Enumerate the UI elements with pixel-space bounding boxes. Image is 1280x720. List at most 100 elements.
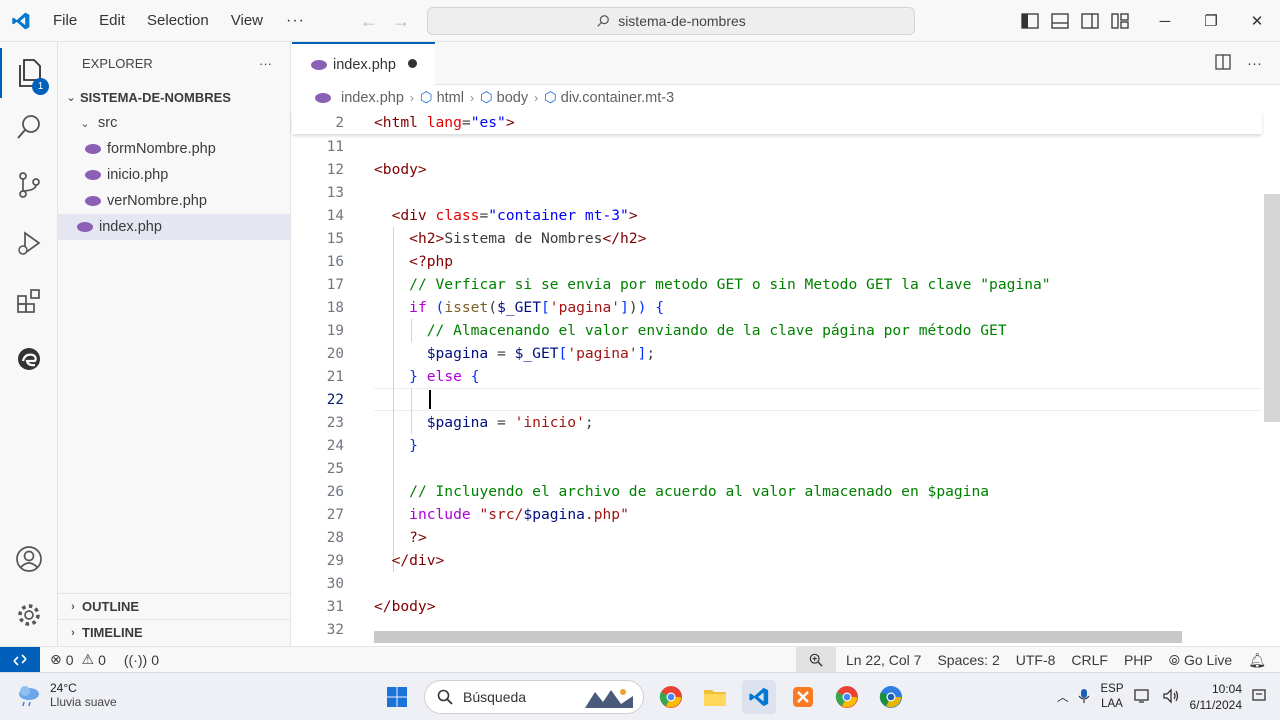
breadcrumb-body[interactable]: body [497, 90, 528, 106]
code-line[interactable]: 29 </div> [292, 549, 1262, 572]
minimize-icon[interactable]: ─ [1142, 0, 1188, 42]
code-line[interactable]: 21 } else { [292, 365, 1262, 388]
search-view-icon[interactable] [0, 102, 58, 152]
code-line[interactable]: 27 include "src/$pagina.php" [292, 503, 1262, 526]
lang-bottom: LAA [1101, 698, 1123, 710]
zoom-icon[interactable] [795, 647, 836, 673]
code-line[interactable]: 23 $pagina = 'inicio'; [292, 411, 1262, 434]
code-line[interactable]: 14 <div class="container mt-3"> [292, 204, 1262, 227]
file-item-inicio[interactable]: inicio.php [58, 162, 290, 188]
menu-edit[interactable]: Edit [88, 0, 136, 42]
customize-layout-icon[interactable] [1108, 9, 1132, 33]
code-line[interactable]: 22 [292, 388, 1262, 411]
manage-gear-icon[interactable] [0, 590, 58, 640]
outline-section[interactable]: › OUTLINE [58, 593, 291, 619]
account-icon[interactable] [0, 534, 58, 584]
command-center-text: sistema-de-nombres [618, 13, 746, 29]
chevron-up-icon[interactable]: ︿ [1057, 689, 1069, 705]
taskbar-search[interactable]: Búsqueda [424, 680, 644, 714]
explorer-more-icon[interactable]: ··· [259, 56, 272, 71]
toggle-sidebar-icon[interactable] [1018, 9, 1042, 33]
code-editor[interactable]: 2 <html lang="es"> 11 12 <body> 13 14 <div cla… [292, 111, 1262, 638]
clock[interactable]: 10:04 6/11/2024 [1190, 681, 1243, 713]
language-indicator[interactable]: ESP LAA [1100, 682, 1123, 712]
network-icon[interactable] [1133, 688, 1152, 707]
horizontal-scrollbar[interactable] [374, 631, 1182, 643]
menu-more-icon[interactable]: ··· [274, 12, 317, 30]
menu-view[interactable]: View [220, 0, 274, 42]
volume-icon[interactable] [1162, 687, 1180, 707]
code-line[interactable]: 25 [292, 457, 1262, 480]
encoding[interactable]: UTF-8 [1008, 652, 1064, 668]
breadcrumb-div[interactable]: div.container.mt-3 [561, 90, 674, 106]
file-item-vernombre[interactable]: verNombre.php [58, 188, 290, 214]
code-line[interactable]: 11 [292, 135, 1262, 158]
chrome-profile-icon[interactable] [830, 680, 864, 714]
code-line[interactable]: 15 <h2>Sistema de Nombres</h2> [292, 227, 1262, 250]
microphone-icon[interactable] [1078, 688, 1090, 707]
notifications-bell-icon[interactable]: 🔔︎ [1240, 652, 1280, 669]
menu-selection[interactable]: Selection [136, 0, 220, 42]
file-explorer-icon[interactable] [698, 680, 732, 714]
code-line[interactable]: 17 // Verficar si se envia por metodo GE… [292, 273, 1262, 296]
back-arrow-icon[interactable]: ← [360, 11, 378, 32]
chrome-icon[interactable] [654, 680, 688, 714]
code-line[interactable]: 16 <?php [292, 250, 1262, 273]
edge-devtools-icon[interactable] [0, 334, 58, 384]
vscode-logo-icon [0, 0, 42, 42]
file-item-formnombre[interactable]: formNombre.php [58, 136, 290, 162]
remote-indicator-icon[interactable] [0, 646, 40, 673]
source-control-icon[interactable] [0, 160, 58, 210]
code-line[interactable]: 31 </body> [292, 595, 1262, 618]
end-of-line[interactable]: CRLF [1063, 652, 1116, 668]
code-line[interactable]: 12 <body> [292, 158, 1262, 181]
code-line[interactable]: 30 [292, 572, 1262, 595]
code-line[interactable]: 28 ?> [292, 526, 1262, 549]
line-number: 23 [326, 414, 344, 431]
chrome-dev-icon[interactable] [874, 680, 908, 714]
code-line[interactable]: 13 [292, 181, 1262, 204]
language-mode[interactable]: PHP [1116, 652, 1161, 668]
tab-index-php[interactable]: index.php [292, 42, 435, 85]
go-live-button[interactable]: ⦾ Go Live [1161, 652, 1240, 669]
windows-start-icon[interactable] [380, 680, 414, 714]
radio-tower-icon: ⦾ [1168, 651, 1180, 668]
file-item-index[interactable]: index.php [58, 214, 290, 240]
cursor-position[interactable]: Ln 22, Col 7 [836, 652, 930, 668]
folder-src[interactable]: ⌄ src [58, 110, 290, 136]
split-editor-icon[interactable] [1215, 53, 1231, 74]
indentation[interactable]: Spaces: 2 [929, 652, 1007, 668]
folder-root[interactable]: ⌄ SISTEMA-DE-NOMBRES [58, 84, 290, 110]
cube-icon: ⬡ [479, 90, 493, 106]
code-line[interactable]: 19 // Almacenando el valor enviando de l… [292, 319, 1262, 342]
menu-file[interactable]: File [42, 0, 88, 42]
extensions-icon[interactable] [0, 276, 58, 326]
line-text: // Incluyendo el archivo de acuerdo al v… [409, 483, 990, 500]
problems-indicator[interactable]: ⊗ 0 ⚠ 0 ((·)) 0 [40, 651, 159, 668]
breadcrumb-file[interactable]: index.php [341, 90, 404, 106]
notification-center-icon[interactable] [1252, 688, 1268, 707]
forward-arrow-icon[interactable]: → [392, 11, 410, 32]
command-center-search[interactable]: sistema-de-nombres [427, 7, 915, 35]
close-icon[interactable]: ✕ [1234, 0, 1280, 42]
xampp-icon[interactable] [786, 680, 820, 714]
line-text: </div> [391, 552, 445, 569]
explorer-icon[interactable]: 1 [0, 48, 58, 98]
code-line[interactable]: 24 } [292, 434, 1262, 457]
vscode-taskbar-icon[interactable] [742, 680, 776, 714]
code-line[interactable]: 18 if (isset($_GET['pagina'])) { [292, 296, 1262, 319]
breadcrumb-html[interactable]: html [437, 90, 464, 106]
timeline-section[interactable]: › TIMELINE [58, 619, 291, 645]
restore-icon[interactable]: ❐ [1188, 0, 1234, 42]
weather-widget[interactable]: 24°C Lluvia suave [16, 681, 117, 709]
run-debug-icon[interactable] [0, 218, 58, 268]
line-number: 12 [326, 161, 344, 178]
toggle-secondary-sidebar-icon[interactable] [1078, 9, 1102, 33]
vertical-scrollbar[interactable] [1264, 194, 1280, 422]
sticky-scroll-line[interactable]: 2 <html lang="es"> [292, 111, 1262, 134]
code-line[interactable]: 20 $pagina = $_GET['pagina']; [292, 342, 1262, 365]
code-line[interactable]: 26 // Incluyendo el archivo de acuerdo a… [292, 480, 1262, 503]
toggle-panel-icon[interactable] [1048, 9, 1072, 33]
unsaved-dot-icon[interactable] [408, 59, 417, 68]
editor-more-icon[interactable]: ··· [1247, 55, 1262, 72]
